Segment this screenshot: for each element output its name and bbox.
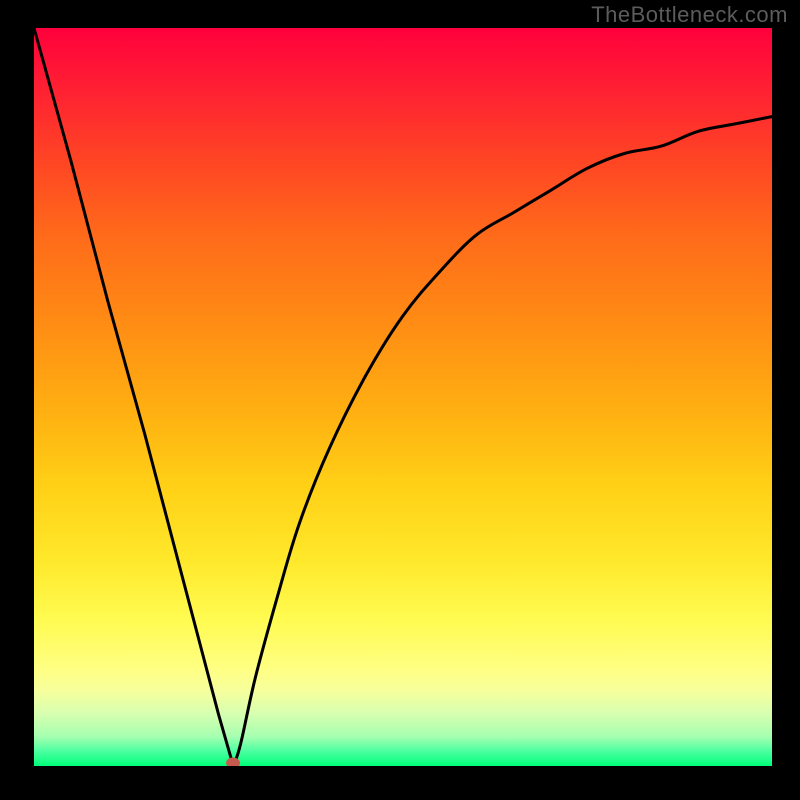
minimum-marker-icon — [226, 758, 240, 767]
chart-frame: TheBottleneck.com — [0, 0, 800, 800]
bottleneck-curve — [34, 28, 772, 766]
watermark-text: TheBottleneck.com — [591, 2, 788, 28]
curve-left-branch — [34, 28, 233, 766]
curve-right-branch — [233, 117, 772, 766]
plot-area — [34, 28, 772, 766]
